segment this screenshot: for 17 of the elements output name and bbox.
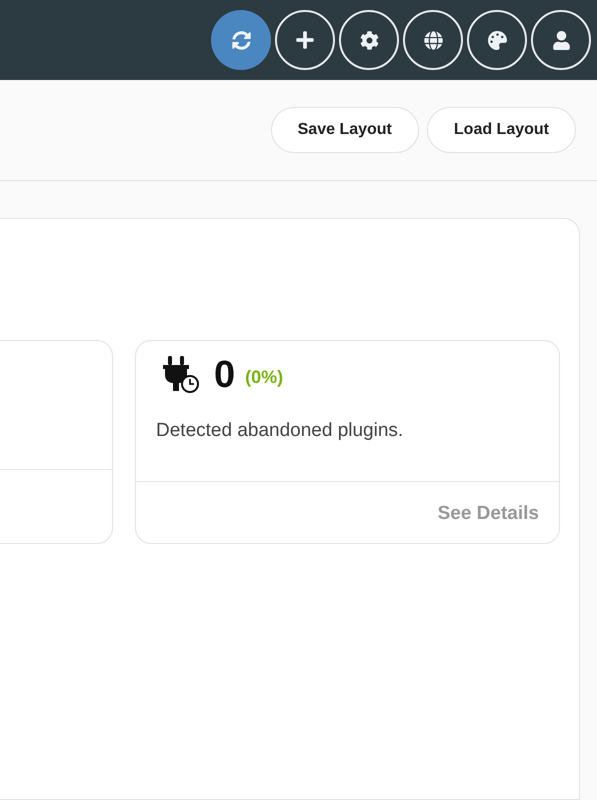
palette-icon: [488, 30, 506, 50]
plugin-count: 0: [214, 356, 236, 394]
refresh-icon: [232, 30, 250, 50]
user-button[interactable]: [531, 10, 591, 70]
widget-description: Detected abandoned plugins.: [155, 419, 404, 443]
user-icon: [552, 30, 570, 50]
globe-icon: [424, 30, 442, 50]
percentage: (0%): [245, 366, 284, 389]
plus-icon: [295, 30, 315, 50]
plug-clock-icon: [162, 355, 200, 395]
settings-icon: [360, 30, 378, 50]
layout-button[interactable]: Load Layout: [426, 107, 576, 153]
plus-button[interactable]: [275, 10, 335, 70]
settings-button[interactable]: [339, 10, 399, 70]
globe-button[interactable]: [403, 10, 463, 70]
palette-button[interactable]: [467, 10, 527, 70]
layout-button[interactable]: Save Layout: [270, 107, 419, 153]
